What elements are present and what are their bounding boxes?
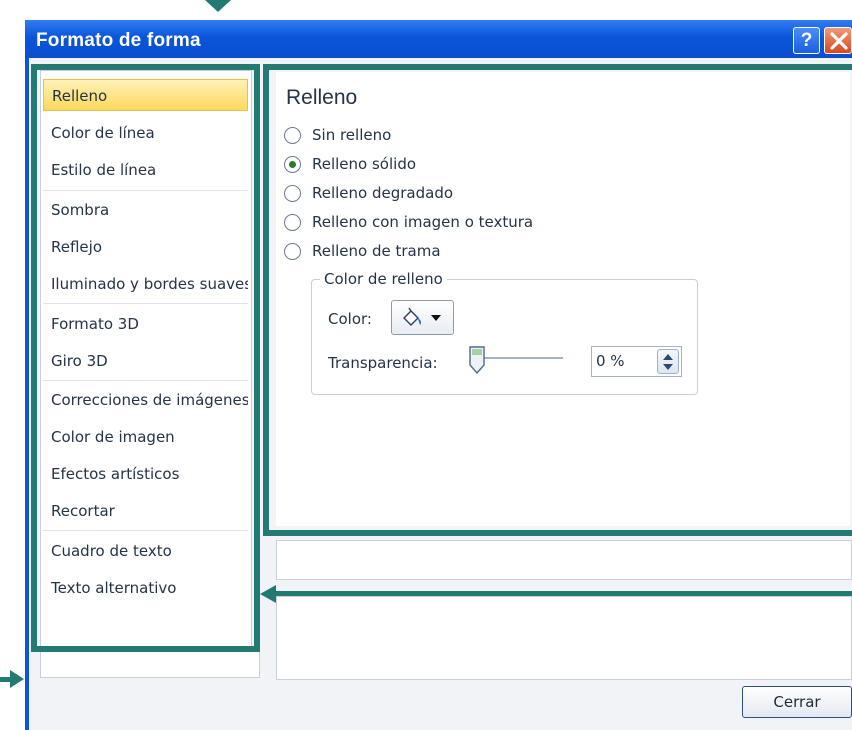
highlight-frame-left [31, 64, 260, 652]
help-button[interactable]: ? [793, 27, 820, 54]
arrow-line [272, 591, 852, 596]
highlight-frame-right [263, 64, 852, 536]
close-button[interactable]: Cerrar [742, 686, 852, 718]
preview-strip [276, 540, 852, 580]
close-icon [830, 32, 848, 50]
arrow-left-icon [260, 585, 276, 603]
title-bar[interactable]: Formato de forma ? [25, 20, 852, 58]
arrow-right-icon [10, 670, 24, 688]
arrow-down-icon [205, 0, 231, 12]
lower-empty-panel [276, 596, 852, 680]
close-window-button[interactable] [824, 27, 852, 54]
window-title: Formato de forma [36, 30, 201, 51]
list-footer-area [40, 650, 260, 678]
